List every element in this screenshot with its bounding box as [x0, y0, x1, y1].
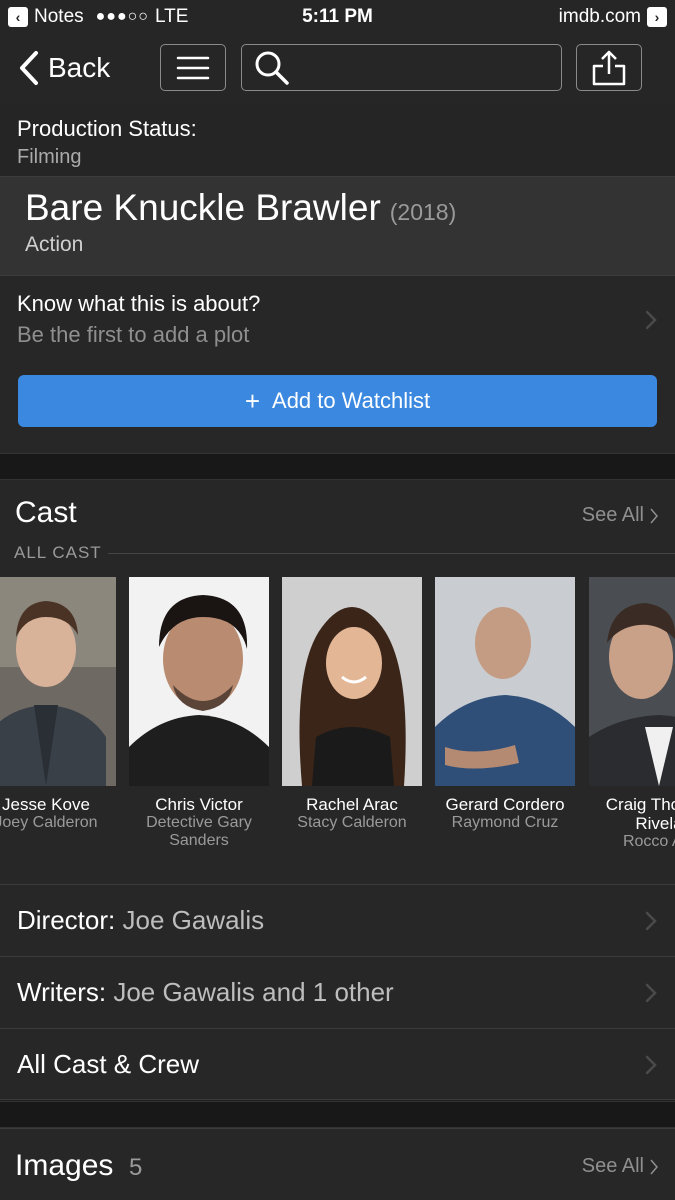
status-right: imdb.com ›	[559, 6, 667, 28]
chevron-right-icon	[645, 911, 657, 931]
forward-to-site-icon[interactable]: ›	[647, 7, 667, 27]
plot-prompt[interactable]: Be the first to add a plot	[17, 322, 249, 348]
images-see-all-link[interactable]: See All	[582, 1155, 658, 1178]
divider	[108, 553, 675, 554]
cast-name: Rachel Arac	[306, 795, 398, 814]
cast-photo[interactable]	[282, 577, 422, 786]
chevron-right-icon	[650, 508, 658, 523]
images-title: Images	[15, 1149, 114, 1182]
section-divider	[0, 1101, 675, 1128]
cast-name: Chris Victor	[155, 795, 243, 814]
chevron-right-icon	[650, 1159, 658, 1174]
director-name: Joe Gawalis	[122, 905, 265, 935]
cast-member[interactable]: Chris Victor Detective Gary Sanders	[129, 577, 269, 850]
cast-name: Craig Thomas Rivela	[605, 795, 675, 833]
director-row[interactable]: Director: Joe Gawalis	[0, 884, 675, 956]
writers-label: Writers:	[17, 977, 107, 1007]
page-title: Bare Knuckle Brawler	[25, 187, 381, 228]
see-all-label: See All	[581, 504, 644, 526]
section-divider	[0, 453, 675, 480]
cast-photo[interactable]	[589, 577, 675, 786]
menu-button[interactable]	[160, 44, 226, 91]
add-to-watchlist-label: Add to Watchlist	[272, 388, 431, 413]
cast-role: Detective Gary Sanders	[146, 814, 252, 849]
status-bar: ‹ Notes ●●●○○ LTE 5:11 PM imdb.com ›	[0, 0, 675, 34]
cast-role: Raymond Cruz	[451, 814, 559, 831]
cast-photo[interactable]	[0, 577, 116, 786]
cast-role: Rocco Alo	[622, 833, 675, 850]
title-header: Bare Knuckle Brawler (2018) Action	[0, 176, 675, 276]
cast-see-all-link[interactable]: See All	[582, 504, 658, 527]
cast-member[interactable]: Craig Thomas Rivela Rocco Alo	[589, 577, 675, 851]
chevron-right-icon	[645, 1055, 657, 1075]
search-input[interactable]	[241, 44, 562, 91]
nav-bar: Back	[0, 34, 675, 104]
see-all-label: See All	[581, 1155, 644, 1177]
status-domain[interactable]: imdb.com	[559, 6, 641, 28]
movie-genre[interactable]: Action	[25, 233, 650, 257]
chevron-right-icon	[645, 983, 657, 1003]
cast-name: Jesse Kove	[2, 795, 90, 814]
cast-member[interactable]: Rachel Arac Stacy Calderon	[282, 577, 422, 832]
search-icon	[255, 51, 289, 85]
cast-section: Cast See All ALL CAST Jesse Kove Joey Ca…	[0, 480, 675, 884]
cast-photo[interactable]	[129, 577, 269, 786]
cast-member[interactable]: Gerard Cordero Raymond Cruz	[435, 577, 575, 832]
cast-role: Stacy Calderon	[297, 814, 407, 831]
cast-title: Cast	[15, 496, 77, 529]
chevron-right-icon[interactable]	[645, 310, 657, 330]
cast-photo[interactable]	[435, 577, 575, 786]
plot-question[interactable]: Know what this is about?	[17, 291, 260, 317]
cast-member[interactable]: Jesse Kove Joey Calderon	[0, 577, 116, 832]
plot-section: Know what this is about? Be the first to…	[0, 276, 675, 454]
menu-icon	[176, 56, 210, 79]
director-label: Director:	[17, 905, 116, 935]
add-to-watchlist-button[interactable]: + Add to Watchlist	[18, 375, 657, 427]
back-button[interactable]: Back	[18, 50, 110, 86]
share-button[interactable]	[576, 44, 642, 91]
share-icon	[592, 50, 626, 85]
cast-role: Joey Calderon	[0, 814, 98, 831]
movie-year: (2018)	[389, 199, 457, 225]
plus-icon: +	[244, 385, 261, 416]
images-count: 5	[129, 1154, 143, 1181]
writers-names: Joe Gawalis and 1 other	[113, 977, 394, 1007]
cast-carousel[interactable]: Jesse Kove Joey Calderon Chris Victor De…	[0, 577, 675, 877]
production-status: Production Status: Filming	[0, 104, 675, 176]
production-status-value: Filming	[17, 146, 82, 168]
cast-name: Gerard Cordero	[445, 795, 565, 814]
all-cast-crew-label: All Cast & Crew	[17, 1049, 200, 1079]
writers-row[interactable]: Writers: Joe Gawalis and 1 other	[0, 956, 675, 1028]
all-cast-label: ALL CAST	[14, 543, 102, 562]
production-status-label: Production Status:	[17, 116, 197, 141]
all-cast-crew-row[interactable]: All Cast & Crew	[0, 1028, 675, 1100]
images-section: Images 5 See All	[0, 1128, 675, 1200]
back-label: Back	[48, 52, 111, 83]
chevron-left-icon	[20, 51, 38, 85]
